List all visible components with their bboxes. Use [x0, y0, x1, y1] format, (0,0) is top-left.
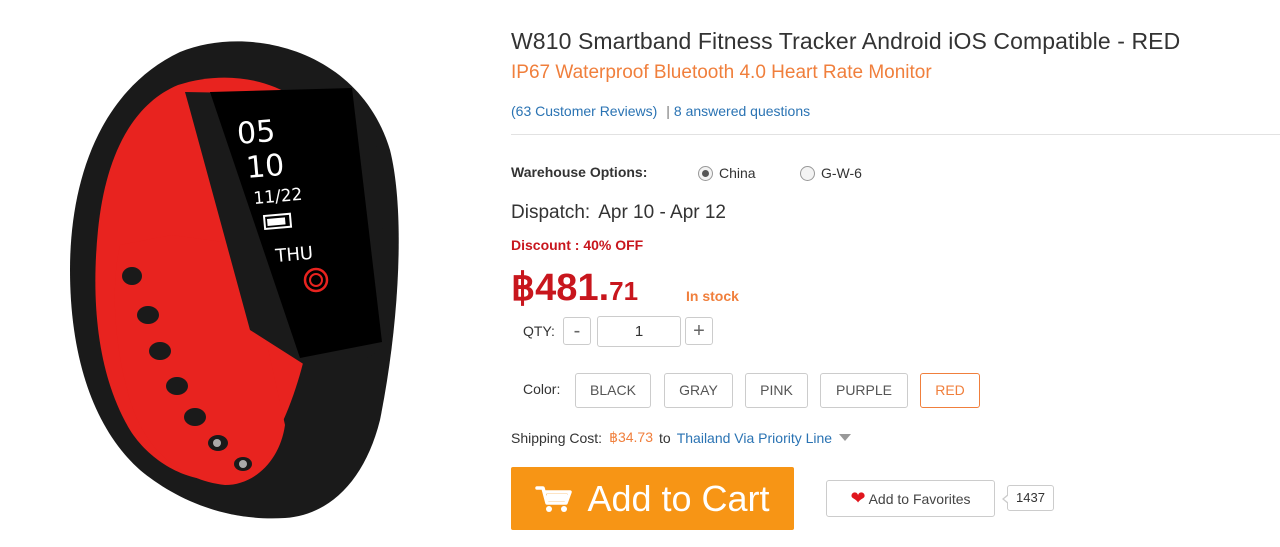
color-option-black[interactable]: BLACK — [575, 373, 651, 408]
color-option-purple[interactable]: PURPLE — [820, 373, 908, 408]
dispatch-value: Apr 10 - Apr 12 — [598, 202, 726, 223]
price-main: ฿481. — [511, 267, 610, 309]
warehouse-label: Warehouse Options: — [511, 164, 648, 180]
quantity-input[interactable] — [597, 316, 681, 347]
add-to-cart-button[interactable]: Add to Cart — [511, 467, 794, 530]
add-to-favorites-label: Add to Favorites — [868, 490, 971, 507]
customer-reviews-link[interactable]: (63 Customer Reviews) — [511, 103, 657, 119]
favorites-count: 1437 — [1002, 485, 1054, 511]
answered-questions-link[interactable]: 8 answered questions — [674, 103, 810, 119]
price-cents: 71 — [609, 276, 639, 306]
quantity-decrease-button[interactable]: - — [563, 317, 591, 345]
add-to-favorites-button[interactable]: ❤ Add to Favorites — [826, 480, 995, 517]
product-subtitle: IP67 Waterproof Bluetooth 4.0 Heart Rate… — [511, 62, 932, 83]
warehouse-option-label: G-W-6 — [821, 165, 862, 181]
svg-text:THU: THU — [274, 243, 314, 267]
product-info-panel: W810 Smartband Fitness Tracker Android i… — [511, 0, 1280, 547]
price: ฿481.71 — [511, 265, 638, 310]
dispatch-label: Dispatch: — [511, 202, 591, 223]
shipping-label: Shipping Cost: — [511, 429, 603, 446]
heart-icon: ❤ — [850, 488, 866, 508]
color-option-red[interactable]: RED — [920, 373, 980, 408]
cart-icon — [535, 485, 573, 512]
color-option-pink[interactable]: PINK — [745, 373, 808, 408]
shipping-destination-link[interactable]: Thailand Via Priority Line — [677, 430, 832, 446]
product-title: W810 Smartband Fitness Tracker Android i… — [511, 28, 1181, 54]
svg-text:11/22: 11/22 — [253, 185, 304, 209]
svg-text:10: 10 — [245, 148, 286, 186]
svg-text:05: 05 — [236, 114, 277, 152]
warehouse-option-label: China — [719, 165, 756, 181]
radio-selected-icon[interactable] — [698, 165, 713, 181]
add-to-cart-label: Add to Cart — [587, 477, 770, 519]
reviews-separator: | — [666, 103, 670, 119]
stock-status: In stock — [686, 288, 739, 304]
color-label: Color: — [523, 381, 561, 397]
shipping-cost-row: Shipping Cost: ฿34.73 to Thailand Via Pr… — [511, 429, 852, 446]
product-image: 05 10 11/22 THU — [70, 41, 399, 519]
discount-text: Discount : 40% OFF — [511, 237, 644, 253]
quantity-label: QTY: — [523, 323, 555, 339]
reviews-row: (63 Customer Reviews) | 8 answered questio… — [511, 103, 810, 119]
warehouse-option-gw6[interactable]: G-W-6 — [800, 165, 862, 181]
divider — [511, 134, 1280, 135]
shipping-cost-value: ฿34.73 — [609, 429, 654, 445]
chevron-down-icon[interactable] — [839, 434, 852, 441]
color-option-gray[interactable]: GRAY — [664, 373, 733, 408]
quantity-increase-button[interactable]: + — [685, 317, 713, 345]
warehouse-option-china[interactable]: China — [698, 165, 756, 181]
shipping-to: to — [659, 429, 671, 446]
dispatch-info: Dispatch: Apr 10 - Apr 12 — [511, 202, 726, 224]
radio-unselected-icon[interactable] — [800, 165, 815, 181]
